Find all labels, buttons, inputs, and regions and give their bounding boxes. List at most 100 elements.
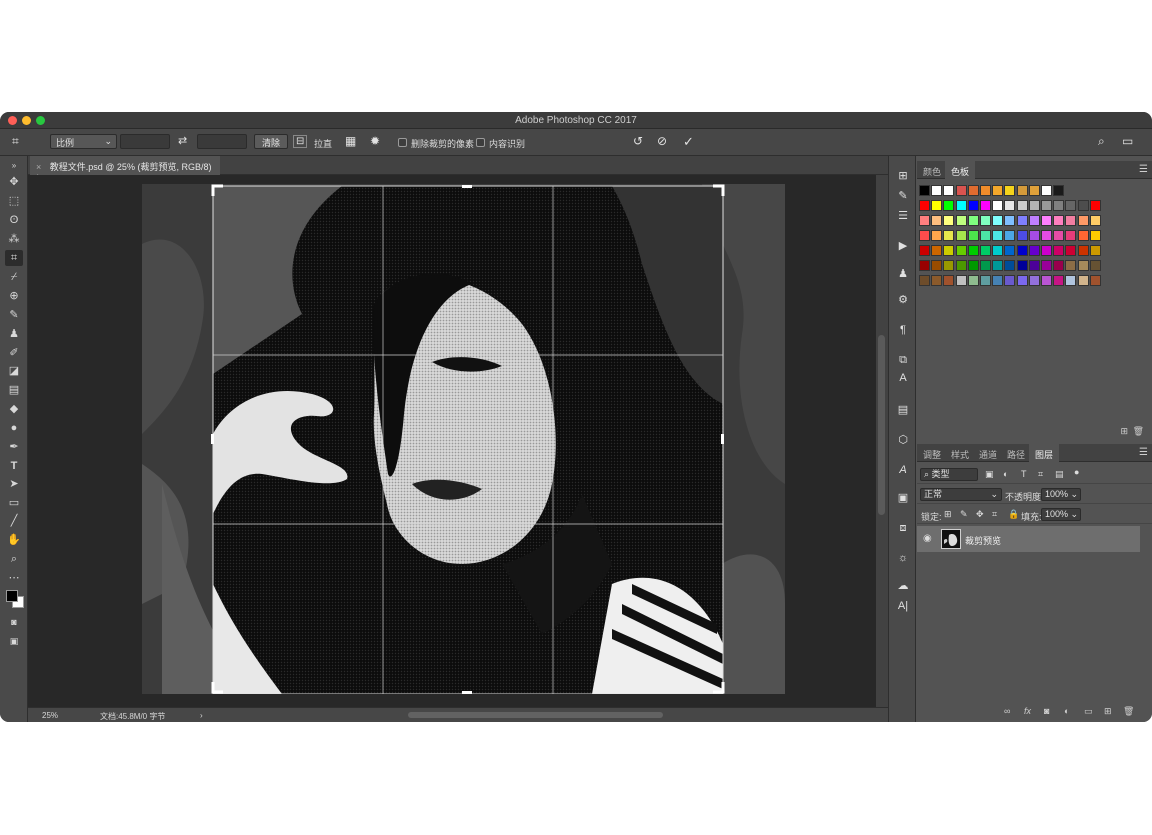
color-swatch[interactable] [1004,215,1016,226]
color-swatch[interactable] [1016,245,1028,256]
color-swatch[interactable] [919,215,930,226]
color-swatch[interactable] [1053,200,1065,211]
color-swatch[interactable] [1016,260,1028,271]
actions-panel-icon[interactable]: ▶ [894,238,912,254]
color-swatch[interactable] [1089,245,1101,256]
color-swatch[interactable] [967,215,979,226]
color-swatch[interactable] [967,230,979,241]
color-swatch[interactable] [931,200,943,211]
gradient-tool-icon[interactable]: ▤ [5,382,23,398]
layers-panel-menu-icon[interactable]: ☰ [1139,447,1148,458]
path-selection-tool-icon[interactable]: ➤ [5,476,23,492]
color-swatch[interactable] [1016,275,1028,286]
color-swatch[interactable] [1028,230,1040,241]
creative-cloud-icon[interactable]: ☁ [894,578,912,594]
color-swatch[interactable] [992,230,1004,241]
color-swatch[interactable] [943,200,955,211]
filter-toggle-icon[interactable]: ● [1074,467,1079,477]
color-swatch[interactable] [992,275,1004,286]
color-swatch[interactable] [1004,230,1016,241]
color-swatch[interactable] [955,260,967,271]
color-swatch[interactable] [1077,230,1089,241]
swatch-grid[interactable] [919,185,1149,315]
color-swatch[interactable] [1041,200,1052,211]
clone-source-icon[interactable]: ♟ [894,266,912,282]
zoom-level[interactable]: 25% [42,711,58,720]
canvas-area[interactable] [28,175,876,707]
blur-tool-icon[interactable]: ◆ [5,401,23,417]
color-swatch[interactable] [1053,245,1065,256]
color-swatch[interactable] [943,260,955,271]
layer-name[interactable]: 裁剪预览 [965,534,1001,547]
crop-tool-preset-icon[interactable]: ⌗ [12,134,19,149]
color-swatch[interactable] [1041,215,1052,226]
color-swatch[interactable] [980,230,991,241]
color-swatch[interactable] [1028,215,1040,226]
tab-swatches[interactable]: 色板 [945,161,976,179]
magic-wand-tool-icon[interactable]: ⁂ [5,231,23,247]
color-swatch[interactable] [943,185,955,196]
color-swatch[interactable] [931,275,943,286]
color-swatch[interactable] [955,185,967,196]
tab-color[interactable]: 颜色 [917,161,947,179]
color-swatch[interactable] [1089,260,1101,271]
color-swatch[interactable] [1089,275,1101,286]
color-swatch[interactable] [931,260,943,271]
color-swatch[interactable] [980,185,991,196]
color-swatch[interactable] [1077,245,1089,256]
opacity-field[interactable]: 100% ⌄ [1041,488,1081,501]
screen-mode-icon[interactable]: ▣ [5,633,23,649]
trash-icon[interactable]: 🗑 [1133,426,1144,437]
color-swatch[interactable] [943,275,955,286]
lock-artboard-icon[interactable]: ⌗ [992,509,997,520]
pen-tool-icon[interactable]: ✒ [5,439,23,455]
color-swatch[interactable] [1077,275,1089,286]
panel-menu-icon[interactable]: ☰ [1139,164,1148,175]
color-swatch[interactable] [931,215,943,226]
color-swatch[interactable] [1028,275,1040,286]
status-menu-icon[interactable]: › [200,711,203,720]
add-mask-icon[interactable]: ◙ [1044,706,1049,716]
search-icon[interactable]: ⌕ [1098,134,1105,149]
color-swatch[interactable] [1089,230,1101,241]
photo-canvas[interactable] [142,184,785,694]
color-swatch[interactable] [1089,200,1101,211]
quick-mask-icon[interactable]: ◙ [5,614,23,630]
straighten-label[interactable]: 拉直 [314,137,332,150]
ratio-select[interactable]: 比例 ⌄ [50,134,117,149]
foreground-color-swatch[interactable] [6,590,18,602]
color-swatch[interactable] [1041,230,1052,241]
color-swatch[interactable] [1028,260,1040,271]
tab-paths[interactable]: 路径 [1001,444,1031,462]
3d-panel-icon[interactable]: ⬡ [894,432,912,448]
link-layers-icon[interactable]: ∞ [1004,706,1010,716]
color-swatch[interactable] [967,245,979,256]
timeline-panel-icon[interactable]: ▣ [894,490,912,506]
vertical-scrollbar[interactable] [876,175,888,707]
color-swatch[interactable] [1016,185,1028,196]
gear-icon[interactable]: ✹ [370,134,380,148]
color-swatch[interactable] [919,260,930,271]
color-swatch[interactable] [980,200,991,211]
color-swatch[interactable] [955,200,967,211]
color-swatch[interactable] [1065,230,1077,241]
color-swatch[interactable] [1053,215,1065,226]
brush-tool-icon[interactable]: ✎ [5,307,23,323]
tool-presets-icon[interactable]: ⚙ [894,292,912,308]
color-swatch[interactable] [1065,200,1077,211]
color-swatch[interactable] [967,260,979,271]
color-picker[interactable] [4,588,26,610]
swap-icon[interactable]: ⇄ [178,134,187,147]
color-swatch[interactable] [919,185,930,196]
color-swatch[interactable] [992,185,1004,196]
trash-icon[interactable]: 🗑 [1123,706,1134,717]
color-swatch[interactable] [992,260,1004,271]
color-swatch[interactable] [1004,260,1016,271]
adjustment-layer-icon[interactable]: ◐ [1064,706,1069,716]
clear-button[interactable]: 清除 [254,134,289,149]
libraries-panel-icon[interactable]: ☼ [894,550,912,566]
color-swatch[interactable] [1041,260,1052,271]
color-swatch[interactable] [931,245,943,256]
layer-row[interactable]: ◉ 裁剪预览 [917,526,1140,552]
color-swatch[interactable] [919,230,930,241]
